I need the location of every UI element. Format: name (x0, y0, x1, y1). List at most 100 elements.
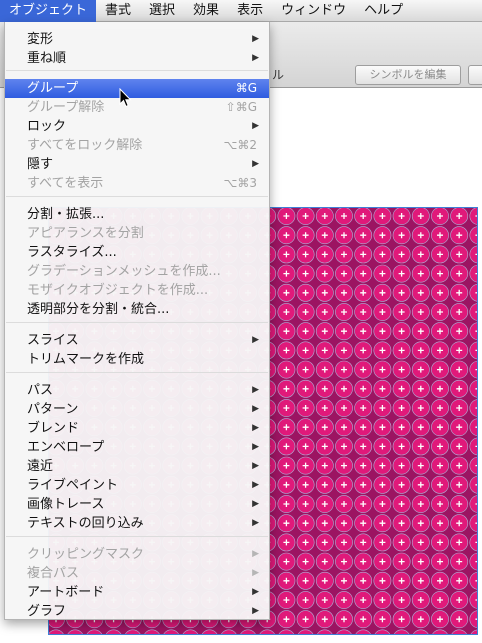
pattern-dot (431, 264, 449, 283)
edit-symbol-button[interactable]: シンボルを編集 (355, 65, 461, 85)
pattern-dot (392, 303, 411, 321)
pattern-dot (296, 552, 315, 571)
menu-item-text-wrap[interactable]: テキストの回り込み ▶ (5, 514, 269, 533)
pattern-dot (335, 514, 353, 533)
menu-item-label: トリムマークを作成 (27, 352, 145, 367)
pattern-dot (431, 418, 449, 437)
pattern-dot (411, 264, 430, 283)
pattern-dot (315, 322, 334, 341)
pattern-dot (411, 437, 430, 456)
pattern-dot (450, 495, 469, 513)
menu-item-label: パターン (27, 402, 79, 417)
pattern-dot (373, 379, 392, 398)
menu-item-hide[interactable]: 隠す ▶ (5, 155, 269, 174)
menu-item-live-paint[interactable]: ライブペイント ▶ (5, 476, 269, 495)
pattern-dot (373, 495, 392, 513)
pattern-dot (277, 475, 296, 494)
menu-separator (6, 70, 268, 71)
menu-item-show-all: すべてを表示 ⌥⌘3 (5, 174, 269, 193)
menubar-item-view[interactable]: 表示 (228, 0, 272, 22)
submenu-arrow-icon: ▶ (252, 518, 259, 528)
pattern-dot (277, 207, 296, 225)
menubar-item-select[interactable]: 選択 (140, 0, 184, 22)
pattern-dot (315, 437, 334, 456)
submenu-arrow-icon: ▶ (252, 404, 259, 414)
pattern-dot (392, 610, 411, 629)
pattern-dot (354, 418, 373, 437)
menubar-item-type[interactable]: 書式 (96, 0, 140, 22)
pattern-dot (315, 456, 334, 475)
menu-item-flatten-transparency[interactable]: 透明部分を分割・統合... (5, 300, 269, 319)
menu-item-label: モザイクオブジェクトを作成... (27, 283, 209, 298)
menu-item-expand[interactable]: 分割・拡張... (5, 205, 269, 224)
pattern-dot (296, 514, 315, 533)
pattern-dot (354, 303, 373, 321)
menu-item-pattern[interactable]: パターン ▶ (5, 400, 269, 419)
menu-item-artboards[interactable]: アートボード ▶ (5, 583, 269, 602)
pattern-dot (335, 360, 353, 379)
menu-item-graph[interactable]: グラフ ▶ (5, 602, 269, 621)
pattern-dot (335, 495, 353, 513)
menu-item-shortcut: ⌥⌘3 (223, 176, 257, 190)
pattern-dot (373, 226, 392, 245)
pattern-dot (315, 341, 334, 360)
menu-item-group[interactable]: グループ ⌘G (5, 79, 269, 98)
menu-item-rasterize[interactable]: ラスタライズ... (5, 243, 269, 262)
menu-item-slice[interactable]: スライス ▶ (5, 331, 269, 350)
menu-bar: オブジェクト 書式 選択 効果 表示 ウィンドウ ヘルプ (0, 0, 482, 22)
menu-item-path[interactable]: パス ▶ (5, 381, 269, 400)
pattern-dot (411, 303, 430, 321)
menu-item-arrange[interactable]: 重ね順 ▶ (5, 49, 269, 68)
menubar-item-window[interactable]: ウィンドウ (272, 0, 355, 22)
menu-item-perspective[interactable]: 遠近 ▶ (5, 457, 269, 476)
pattern-dot (354, 226, 373, 245)
pattern-dot (373, 456, 392, 475)
pattern-dot (296, 379, 315, 398)
menu-item-lock[interactable]: ロック ▶ (5, 117, 269, 136)
pattern-dot (354, 552, 373, 571)
control-panel-label: ル (272, 68, 285, 82)
pattern-dot (392, 264, 411, 283)
pattern-dot (411, 475, 430, 494)
pattern-dot (431, 207, 449, 225)
pattern-dot (373, 514, 392, 533)
menubar-item-effect[interactable]: 効果 (184, 0, 228, 22)
pattern-dot (373, 245, 392, 264)
menu-item-envelope[interactable]: エンベロープ ▶ (5, 438, 269, 457)
menu-item-label: エンベロープ (27, 440, 105, 455)
pattern-dot (315, 495, 334, 513)
pattern-dot (392, 514, 411, 533)
menu-item-compound-path: 複合パス ▶ (5, 564, 269, 583)
pattern-dot (411, 533, 430, 552)
menu-item-create-trim-marks[interactable]: トリムマークを作成 (5, 350, 269, 369)
pattern-dot (277, 360, 296, 379)
menu-item-label: 変形 (27, 32, 54, 47)
pattern-dot (277, 322, 296, 341)
menu-item-transform[interactable]: 変形 ▶ (5, 30, 269, 49)
pattern-dot (392, 418, 411, 437)
menu-item-label: 透明部分を分割・統合... (27, 302, 170, 317)
submenu-arrow-icon: ▶ (252, 499, 259, 509)
control-panel-button[interactable] (468, 65, 482, 85)
pattern-dot (431, 322, 449, 341)
pattern-dot (373, 303, 392, 321)
pattern-dot (354, 591, 373, 609)
pattern-dot (373, 264, 392, 283)
pattern-dot (450, 571, 469, 590)
menubar-item-object[interactable]: オブジェクト (0, 0, 97, 22)
pattern-dot (373, 591, 392, 609)
pattern-dot (450, 322, 469, 341)
menu-item-blend[interactable]: ブレンド ▶ (5, 419, 269, 438)
pattern-dot (431, 456, 449, 475)
menu-item-image-trace[interactable]: 画像トレース ▶ (5, 495, 269, 514)
menu-item-label: ブレンド (27, 421, 80, 436)
menubar-item-help[interactable]: ヘルプ (355, 0, 412, 22)
pattern-dot (335, 437, 353, 456)
pattern-dot (296, 245, 315, 264)
pattern-dot (392, 533, 411, 552)
pattern-dot (277, 303, 296, 321)
pattern-dot (373, 360, 392, 379)
pattern-dot (450, 226, 469, 245)
submenu-arrow-icon: ▶ (252, 568, 259, 578)
submenu-arrow-icon: ▶ (252, 335, 259, 345)
